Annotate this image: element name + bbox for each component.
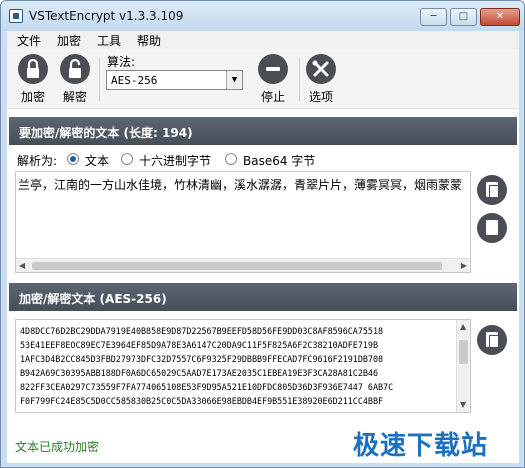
title-bar[interactable]: VSTextEncrypt v1.3.3.109 ─ □ ✕ (1, 1, 524, 31)
lock-open-icon (60, 54, 90, 84)
maximize-button[interactable]: □ (450, 8, 477, 26)
menu-encrypt[interactable]: 加密 (57, 32, 81, 49)
output-line: F0F799FC24E85C5D0CC585830B25C0C5DA33066E… (20, 396, 384, 406)
input-text: 兰亭，江南的一方山水佳境，竹林清幽，溪水潺潺，青翠片片，薄雾冥冥，烟雨蒙蒙 (18, 178, 463, 192)
output-line: 53E41EEF8EOC89EC7E3964EF85D9A78E3A6147C2… (20, 340, 378, 350)
output-section-header: 加密/解密文本 (AES-256) (9, 283, 517, 311)
radio-base64-label[interactable]: Base64 字节 (243, 152, 315, 169)
scroll-left-icon[interactable]: ◀ (19, 261, 25, 270)
radio-hex[interactable] (121, 153, 133, 165)
parse-options: 解析为: 文本 十六进制字节 Base64 字节 (17, 151, 507, 169)
app-window: VSTextEncrypt v1.3.3.109 ─ □ ✕ 文件 加密 工具 … (0, 0, 525, 468)
output-textarea[interactable]: 4D8DCC76D2BC29DDA7919E40B858E9D87D22567B… (15, 319, 471, 413)
output-vscrollbar[interactable]: ▲ ▼ (456, 320, 470, 412)
algorithm-label: 算法: (107, 55, 136, 69)
output-text: 4D8DCC76D2BC29DDA7919E40B858E9D87D22567B… (20, 324, 393, 408)
stop-button[interactable]: 停止 (253, 52, 293, 106)
decrypt-label: 解密 (62, 90, 87, 104)
copy-output-button[interactable] (477, 325, 507, 355)
stop-label: 停止 (260, 90, 285, 104)
app-icon (9, 9, 23, 23)
window-title: VSTextEncrypt v1.3.3.109 (29, 9, 184, 23)
copy-input-button[interactable] (477, 175, 507, 205)
lock-closed-icon (18, 54, 48, 84)
radio-hex-label[interactable]: 十六进制字节 (139, 152, 211, 169)
radio-base64[interactable] (225, 153, 237, 165)
radio-text[interactable] (67, 153, 79, 165)
output-header-text: 加密/解密文本 (AES-256) (19, 292, 167, 306)
menu-help[interactable]: 帮助 (137, 32, 161, 49)
options-label: 选项 (308, 90, 333, 104)
copy-icon-back (489, 185, 499, 198)
tools-icon (306, 54, 336, 84)
close-button[interactable]: ✕ (480, 8, 520, 26)
menu-file[interactable]: 文件 (17, 32, 41, 49)
radio-text-label[interactable]: 文本 (85, 152, 109, 169)
toolbar-separator (99, 57, 100, 101)
document-icon (486, 220, 498, 235)
encrypt-label: 加密 (20, 90, 45, 104)
options-button[interactable]: 选项 (301, 52, 341, 106)
scroll-up-icon[interactable]: ▲ (460, 322, 466, 331)
input-header-text: 要加密/解密的文本 (长度: 194) (19, 126, 193, 140)
output-line: B942A69C30395ABB188DF0A6DC65029C5AAD7E17… (20, 368, 378, 378)
copy-icon-back (489, 335, 499, 348)
output-line: 1AFC3D4B2CC845D3FBD27973DFC32D7557C6F932… (20, 354, 384, 364)
stop-icon (258, 54, 288, 84)
output-line: 4D8DCC76D2BC29DDA7919E40B858E9D87D22567B… (20, 326, 384, 336)
encrypt-button[interactable]: 加密 (13, 52, 53, 106)
input-hscrollbar[interactable]: ◀ ▶ (16, 258, 470, 272)
chevron-down-icon[interactable]: ▼ (226, 71, 242, 89)
output-line: 822FF3CEA0297C73559F7FA774065108E53F9D95… (20, 382, 394, 392)
menu-bar: 文件 加密 工具 帮助 (7, 31, 519, 49)
watermark-logo: 极速下载站 (353, 431, 489, 461)
status-text: 文本已成功加密 (15, 440, 100, 454)
toolbar: 加密 解密 算法: AES-256 ▼ 停止 选项 (7, 49, 519, 109)
minimize-button[interactable]: ─ (420, 8, 447, 26)
scroll-down-icon[interactable]: ▼ (460, 400, 466, 409)
output-vscroll-thumb[interactable] (459, 340, 468, 364)
input-section-header: 要加密/解密的文本 (长度: 194) (9, 117, 517, 145)
algorithm-select[interactable]: AES-256 ▼ (106, 70, 243, 90)
client-area: 文件 加密 工具 帮助 加密 解密 算法: AES-256 ▼ 停止 选项 要加… (7, 31, 519, 463)
input-hscroll-thumb[interactable] (32, 262, 442, 270)
toolbar-separator-2 (299, 57, 300, 101)
input-textarea[interactable]: 兰亭，江南的一方山水佳境，竹林清幽，溪水潺潺，青翠片片，薄雾冥冥，烟雨蒙蒙 ◀ … (15, 171, 471, 273)
parse-label: 解析为: (17, 154, 58, 168)
scroll-right-icon[interactable]: ▶ (461, 261, 467, 270)
menu-tools[interactable]: 工具 (97, 32, 121, 49)
decrypt-button[interactable]: 解密 (55, 52, 95, 106)
paste-input-button[interactable] (477, 213, 507, 243)
algorithm-value: AES-256 (111, 74, 158, 87)
